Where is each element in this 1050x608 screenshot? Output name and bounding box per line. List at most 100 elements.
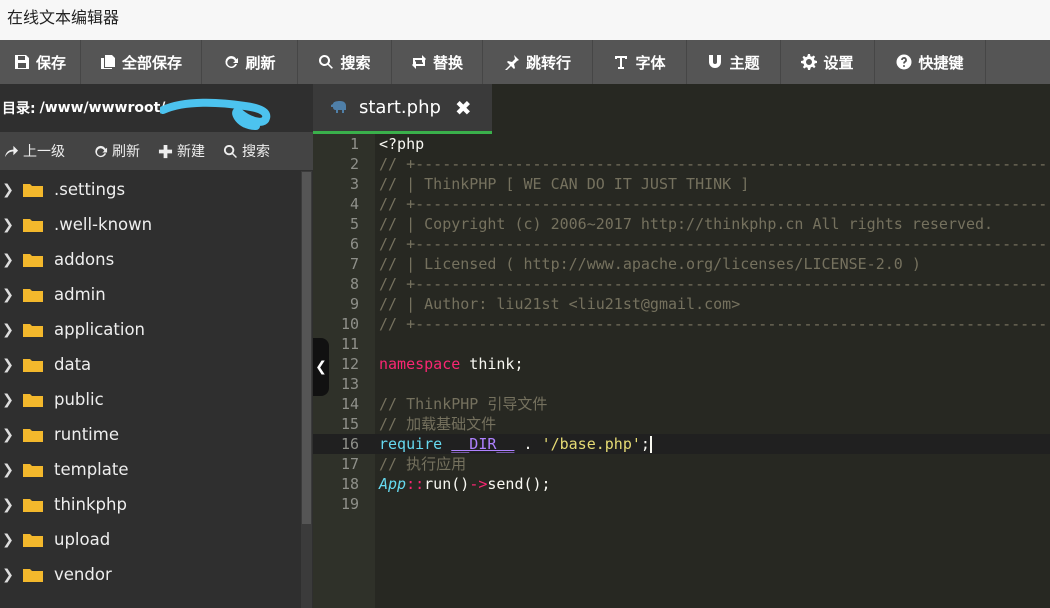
- chevron-right-icon[interactable]: ❯: [0, 217, 18, 233]
- code-text: // 执行应用: [379, 455, 467, 473]
- code-line[interactable]: 5 // | Copyright (c) 2006~2017 http://thi…: [313, 214, 1050, 234]
- chevron-right-icon[interactable]: ❯: [0, 532, 18, 548]
- refresh-button[interactable]: 刷新: [202, 40, 298, 84]
- line-number: 3: [349, 175, 359, 193]
- new-button[interactable]: 新建: [158, 141, 205, 161]
- chevron-right-icon[interactable]: ❯: [0, 462, 18, 478]
- search-button[interactable]: 搜索: [298, 40, 392, 84]
- save-all-label: 全部保存: [121, 53, 182, 72]
- code-line[interactable]: 19: [313, 494, 1050, 514]
- search-icon: [319, 55, 334, 69]
- code-text: namespace think;: [379, 355, 524, 373]
- directory-path[interactable]: /www/wwwroot/: [40, 100, 166, 116]
- close-tab-icon[interactable]: ✖: [455, 96, 472, 120]
- folder-name: data: [54, 355, 92, 374]
- code-line[interactable]: 6 // +-----------------------------------…: [313, 234, 1050, 254]
- chevron-right-icon[interactable]: ❯: [0, 182, 18, 198]
- code-line[interactable]: 3 // | ThinkPHP [ WE CAN DO IT JUST THINK…: [313, 174, 1050, 194]
- folder-item[interactable]: ❯ .settings: [0, 172, 313, 207]
- folder-item[interactable]: ❯ data: [0, 347, 313, 382]
- line-number: 14: [340, 395, 359, 413]
- code-line[interactable]: 17 // 执行应用: [313, 454, 1050, 474]
- theme-button[interactable]: 主题: [687, 40, 781, 84]
- sidebar-search-label: 搜索: [242, 144, 270, 160]
- chevron-right-icon[interactable]: ❯: [0, 567, 18, 583]
- code-line[interactable]: 18 App::run()->send();: [313, 474, 1050, 494]
- code-text: // +------------------------------------…: [379, 315, 1048, 333]
- folder-icon: [23, 289, 43, 302]
- line-number: 5: [349, 215, 359, 233]
- code-line[interactable]: 10 // +----------------------------------…: [313, 314, 1050, 334]
- folder-name: runtime: [54, 425, 119, 444]
- settings-button[interactable]: 设置: [781, 40, 875, 84]
- up-level-button[interactable]: 上一级: [4, 141, 65, 161]
- directory-label: 目录:: [2, 101, 36, 117]
- folder-item[interactable]: ❯ runtime: [0, 417, 313, 452]
- code-line[interactable]: 9 // | Author: liu21st <liu21st@gmail.com…: [313, 294, 1050, 314]
- replace-icon: [411, 55, 426, 69]
- plus-icon: [158, 144, 173, 158]
- line-number: 9: [349, 295, 359, 313]
- save-button[interactable]: 保存: [0, 40, 81, 84]
- code-line[interactable]: 4 // +-----------------------------------…: [313, 194, 1050, 214]
- chevron-right-icon[interactable]: ❯: [0, 497, 18, 513]
- line-number: 2: [349, 155, 359, 173]
- chevron-right-icon[interactable]: ❯: [0, 287, 18, 303]
- search-label: 搜索: [340, 53, 371, 72]
- code-line[interactable]: 13: [313, 374, 1050, 394]
- folder-item[interactable]: ❯ addons: [0, 242, 313, 277]
- folder-item[interactable]: ❯ thinkphp: [0, 487, 313, 522]
- goto-line-button[interactable]: 跳转行: [483, 40, 593, 84]
- line-number: 18: [340, 475, 359, 493]
- folder-item[interactable]: ❯ admin: [0, 277, 313, 312]
- sidebar-search-button[interactable]: 搜索: [223, 141, 270, 161]
- folder-item[interactable]: ❯ template: [0, 452, 313, 487]
- file-sidebar: 目录: /www/wwwroot/ 上一级 刷新 新建 搜索 ❯ .setting…: [0, 84, 313, 608]
- tab-start-php[interactable]: start.php ✖: [313, 84, 492, 134]
- pin-icon: [504, 55, 519, 70]
- goto-line-label: 跳转行: [525, 53, 571, 72]
- folder-icon: [23, 569, 43, 582]
- folder-icon: [23, 254, 43, 267]
- code-line[interactable]: 8 // +-----------------------------------…: [313, 274, 1050, 294]
- folder-name: upload: [54, 530, 111, 549]
- line-number: 15: [340, 415, 359, 433]
- chevron-right-icon[interactable]: ❯: [0, 357, 18, 373]
- folder-item[interactable]: ❯ upload: [0, 522, 313, 557]
- refresh-label: 刷新: [245, 53, 276, 72]
- collapse-sidebar-button[interactable]: ❮: [313, 338, 329, 396]
- folder-item[interactable]: ❯ .well-known: [0, 207, 313, 242]
- line-number: 7: [349, 255, 359, 273]
- tab-label: start.php: [359, 97, 441, 118]
- chevron-right-icon[interactable]: ❯: [0, 322, 18, 338]
- folder-item[interactable]: ❯ application: [0, 312, 313, 347]
- replace-button[interactable]: 替换: [392, 40, 483, 84]
- shortcuts-button[interactable]: 快捷键: [875, 40, 986, 84]
- code-line[interactable]: 2 // +-----------------------------------…: [313, 154, 1050, 174]
- folder-item[interactable]: ❯ vendor: [0, 557, 313, 592]
- save-all-button[interactable]: 全部保存: [81, 40, 202, 84]
- chevron-right-icon[interactable]: ❯: [0, 427, 18, 443]
- magnet-icon: [709, 55, 722, 68]
- code-line[interactable]: 12 namespace think;: [313, 354, 1050, 374]
- code-line[interactable]: 11: [313, 334, 1050, 354]
- code-line[interactable]: 14 // ThinkPHP 引导文件: [313, 394, 1050, 414]
- code-line[interactable]: 15 // 加载基础文件: [313, 414, 1050, 434]
- directory-bar: 目录: /www/wwwroot/: [0, 84, 313, 132]
- chevron-right-icon[interactable]: ❯: [0, 392, 18, 408]
- chevron-right-icon[interactable]: ❯: [0, 252, 18, 268]
- code-line[interactable]: 1 <?php: [313, 134, 1050, 154]
- main-toolbar: 保存 全部保存 刷新 搜索 替换 跳转行 字体 主题 设置 快捷键: [0, 40, 1050, 84]
- folder-item[interactable]: ❯ public: [0, 382, 313, 417]
- sidebar-refresh-button[interactable]: 刷新: [93, 141, 140, 161]
- folder-name: .well-known: [54, 215, 153, 234]
- refresh-icon: [225, 56, 239, 68]
- folder-icon: [23, 219, 43, 232]
- folder-icon: [23, 359, 43, 372]
- code-text: // ThinkPHP 引导文件: [379, 395, 548, 413]
- code-line[interactable]: 7 // | Licensed ( http://www.apache.org/l…: [313, 254, 1050, 274]
- sidebar-scrollbar-thumb[interactable]: [302, 172, 311, 524]
- code-text: // +------------------------------------…: [379, 275, 1048, 293]
- font-button[interactable]: 字体: [593, 40, 687, 84]
- code-line[interactable]: 16 require __DIR__ . '/base.php';: [313, 434, 1050, 454]
